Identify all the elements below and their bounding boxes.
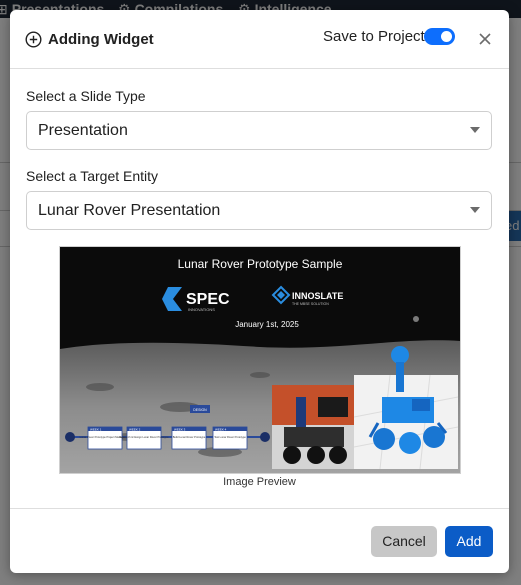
modal-header: Adding Widget Save to Project: [10, 10, 509, 69]
svg-text:Build Lunar Rover Prototype: Build Lunar Rover Prototype: [173, 435, 206, 439]
slide-type-value: Presentation: [38, 122, 128, 139]
svg-text:SPEC: SPEC: [186, 291, 230, 308]
preview-date: January 1st, 2025: [235, 320, 299, 329]
slide-type-select[interactable]: Presentation: [26, 111, 492, 150]
target-entity-select[interactable]: Lunar Rover Presentation: [26, 191, 492, 230]
toggle-knob: [441, 31, 452, 42]
modal-footer: Cancel Add: [10, 508, 509, 573]
image-preview-caption: Image Preview: [223, 476, 296, 488]
cancel-button[interactable]: Cancel: [371, 526, 437, 557]
chevron-down-icon: [470, 127, 480, 133]
svg-text:THE MBSE SOLUTION: THE MBSE SOLUTION: [292, 302, 329, 306]
adding-widget-modal: Adding Widget Save to Project Select a S…: [10, 10, 509, 573]
slide-preview-image: Lunar Rover Prototype Sample SPEC INNOVA…: [59, 246, 461, 474]
add-button[interactable]: Add: [445, 526, 493, 557]
rover-photo: [272, 385, 354, 469]
preview-slide-title: Lunar Rover Prototype Sample: [178, 257, 343, 271]
svg-text:INNOVATIONS: INNOVATIONS: [188, 307, 215, 312]
save-to-project-label: Save to Project: [323, 28, 425, 45]
slide-type-label: Select a Slide Type: [26, 88, 146, 104]
target-entity-value: Lunar Rover Presentation: [38, 202, 221, 219]
chevron-down-icon: [470, 207, 480, 213]
svg-text:Test Lunar Rover Prototype: Test Lunar Rover Prototype: [214, 435, 246, 439]
svg-text:WEEK 2: WEEK 2: [129, 428, 141, 432]
svg-text:DESIGN: DESIGN: [193, 408, 207, 412]
svg-text:WEEK 3: WEEK 3: [174, 428, 186, 432]
modal-title: Adding Widget: [48, 31, 154, 48]
svg-text:INNOSLATE: INNOSLATE: [292, 291, 343, 301]
close-icon[interactable]: [477, 31, 493, 47]
modal-title-wrap: Adding Widget: [25, 31, 154, 48]
svg-text:WEEK 4: WEEK 4: [215, 428, 227, 432]
target-entity-label: Select a Target Entity: [26, 168, 159, 184]
save-to-project-toggle[interactable]: [424, 28, 455, 45]
plus-circle-icon: [25, 31, 42, 48]
slide-preview-graphic: Lunar Rover Prototype Sample SPEC INNOVA…: [60, 247, 460, 473]
svg-text:Research & Design Lunar Rover: Research & Design Lunar Rover Prototype: [119, 435, 169, 439]
svg-text:WEEK 1: WEEK 1: [90, 428, 102, 432]
